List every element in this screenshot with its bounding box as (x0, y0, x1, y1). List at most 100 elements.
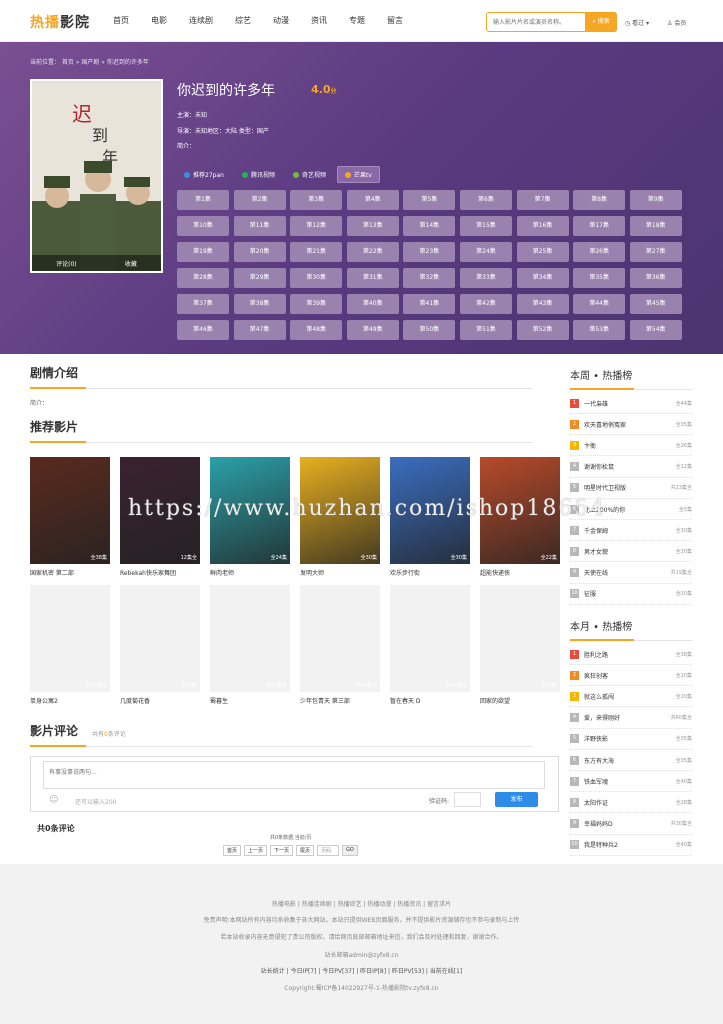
movie-name[interactable]: 超能快递侠 (480, 568, 560, 577)
source-tab[interactable]: 推荐27pan (177, 166, 231, 183)
episode-button[interactable]: 第12集 (290, 216, 343, 237)
rank-item[interactable]: 8 男才女貌 全20集 (570, 541, 692, 563)
rank-item[interactable]: 9 天使在线 共19集全 (570, 563, 692, 584)
rank-item[interactable]: 4 谢谢你松鼠 全12集 (570, 457, 692, 478)
rank-item[interactable]: 3 就这么孤闯 全20集 (570, 686, 692, 708)
pager-prev[interactable]: 上一页 (244, 845, 268, 856)
episode-button[interactable]: 第24集 (459, 242, 512, 263)
source-tab[interactable]: 芒果tv (336, 166, 380, 183)
episode-button[interactable]: 第41集 (403, 294, 456, 315)
search-input[interactable] (487, 13, 587, 31)
movie-name[interactable]: 国家机密 第二部 (30, 568, 110, 577)
rank-item[interactable]: 10 征服 全20集 (570, 584, 692, 605)
episode-button[interactable]: 第52集 (516, 320, 569, 341)
episode-button[interactable]: 第48集 (290, 320, 343, 341)
footer-links[interactable]: 热播电影 | 热播连续剧 | 热播综艺 | 热播动漫 | 热播资讯 | 留言求片 (0, 899, 723, 908)
rank-item[interactable]: 3 卞衙 全26集 (570, 435, 692, 457)
episode-button[interactable]: 第54集 (629, 320, 682, 341)
rank-name[interactable]: 明星时代卫视版 (584, 483, 671, 492)
movie-name[interactable]: 回家的欲望 (480, 696, 560, 705)
episode-button[interactable]: 第9集 (629, 190, 682, 210)
movie-card[interactable]: 全30集 回家的欲望 (480, 585, 560, 705)
rank-item[interactable]: 5 洋野侠影 全35集 (570, 729, 692, 750)
movie-thumbnail[interactable]: 共40集全 (300, 585, 380, 692)
episode-button[interactable]: 第38集 (233, 294, 286, 315)
episode-button[interactable]: 第46集 (177, 320, 229, 341)
rank-name[interactable]: 男才女貌 (584, 547, 676, 556)
episode-button[interactable]: 第1集 (177, 190, 229, 210)
nav-movie[interactable]: 电影 (151, 15, 167, 26)
go-button[interactable]: GO (342, 845, 358, 856)
nav-guestbook[interactable]: 留言 (387, 15, 403, 26)
rank-name[interactable]: 谢谢你松鼠 (584, 462, 676, 471)
rank-item[interactable]: 8 太阳作证 全28集 (570, 792, 692, 814)
episode-button[interactable]: 第8集 (573, 190, 626, 210)
rank-name[interactable]: 卞衙 (584, 441, 676, 450)
movie-name[interactable]: 欢乐步行街 (390, 568, 470, 577)
rank-item[interactable]: 2 疯狂创客 全20集 (570, 665, 692, 687)
episode-button[interactable]: 第10集 (177, 216, 229, 237)
movie-name[interactable]: 暂在春天 D (390, 696, 470, 705)
site-logo[interactable]: 热播影院 (30, 12, 90, 32)
movie-name[interactable]: 几度菊花香 (120, 696, 200, 705)
comment-textarea[interactable] (43, 761, 545, 789)
episode-button[interactable]: 第17集 (573, 216, 626, 237)
rank-name[interactable]: 欢天喜地俏冤家 (584, 420, 676, 429)
movie-name[interactable]: 鲜肉老师 (210, 568, 290, 577)
movie-card[interactable]: 共20集全 单身公寓2 (30, 585, 110, 705)
episode-button[interactable]: 第7集 (516, 190, 569, 210)
rank-item[interactable]: 9 幸福妈妈D 共30集全 (570, 814, 692, 835)
episode-button[interactable]: 第45集 (629, 294, 682, 315)
pager-first[interactable]: 首页 (223, 845, 242, 856)
episode-button[interactable]: 第13集 (346, 216, 399, 237)
nav-anime[interactable]: 动漫 (273, 15, 289, 26)
episode-button[interactable]: 第16集 (516, 216, 569, 237)
rank-name[interactable]: 幸福妈妈D (584, 819, 671, 828)
episode-button[interactable]: 第21集 (290, 242, 343, 263)
movie-thumbnail[interactable]: 全30集 (120, 585, 200, 692)
rank-name[interactable]: 我是特种兵2 (584, 840, 676, 849)
episode-button[interactable]: 第47集 (233, 320, 286, 341)
episode-button[interactable]: 第30集 (290, 268, 343, 289)
movie-card[interactable]: 共40集全 少年包青天 第三部 (300, 585, 380, 705)
movie-name[interactable]: 发明大师 (300, 568, 380, 577)
rank-name[interactable]: 爱，来得刚好 (584, 713, 671, 722)
movie-thumbnail[interactable]: 共42集全 (390, 585, 470, 692)
movie-thumbnail[interactable]: 共20集全 (30, 585, 110, 692)
movie-card[interactable]: 共42集全暂在春天 D (390, 585, 470, 705)
episode-button[interactable]: 第25集 (516, 242, 569, 263)
episode-button[interactable]: 第50集 (403, 320, 456, 341)
movie-card[interactable]: 共20集全蜀暮生 (210, 585, 290, 705)
episode-button[interactable]: 第32集 (403, 268, 456, 289)
episode-button[interactable]: 第2集 (233, 190, 286, 210)
rank-name[interactable]: 一代枭雄 (584, 399, 676, 408)
rank-name[interactable]: 洋野侠影 (584, 734, 676, 743)
rank-item[interactable]: 6 东方有大海 全35集 (570, 750, 692, 771)
episode-button[interactable]: 第6集 (459, 190, 512, 210)
episode-button[interactable]: 第4集 (346, 190, 399, 210)
episode-button[interactable]: 第18集 (629, 216, 682, 237)
verify-input[interactable] (454, 792, 481, 807)
pager-last[interactable]: 尾页 (296, 845, 315, 856)
episode-button[interactable]: 第31集 (346, 268, 399, 289)
rank-name[interactable]: 千金保姆 (584, 526, 676, 535)
rank-name[interactable]: 征服 (584, 589, 676, 598)
movie-name[interactable]: 蜀暮生 (210, 696, 290, 705)
episode-button[interactable]: 第39集 (290, 294, 343, 315)
nav-home[interactable]: 首页 (113, 15, 129, 26)
episode-button[interactable]: 第14集 (403, 216, 456, 237)
movie-card[interactable]: 全38集 国家机密 第二部 (30, 457, 110, 577)
comments-link[interactable]: 评论(0) (56, 259, 77, 268)
nav-topics[interactable]: 专题 (349, 15, 365, 26)
page-input[interactable]: 页码 (317, 845, 340, 856)
episode-button[interactable]: 第20集 (233, 242, 286, 263)
rank-item[interactable]: 10 我是特种兵2 全40集 (570, 835, 692, 856)
rank-item[interactable]: 2 欢天喜地俏冤家 全35集 (570, 414, 692, 436)
history-link[interactable]: ◷ 看过 ▾ (625, 18, 649, 27)
episode-button[interactable]: 第23集 (403, 242, 456, 263)
poster[interactable]: 迟 到 年 评论(0) 收藏 (30, 79, 163, 273)
episode-button[interactable]: 第11集 (233, 216, 286, 237)
rank-name[interactable]: 疯狂创客 (584, 671, 676, 680)
rank-name[interactable]: 太阳作证 (584, 798, 676, 807)
movie-thumbnail[interactable]: 共20集全 (210, 585, 290, 692)
